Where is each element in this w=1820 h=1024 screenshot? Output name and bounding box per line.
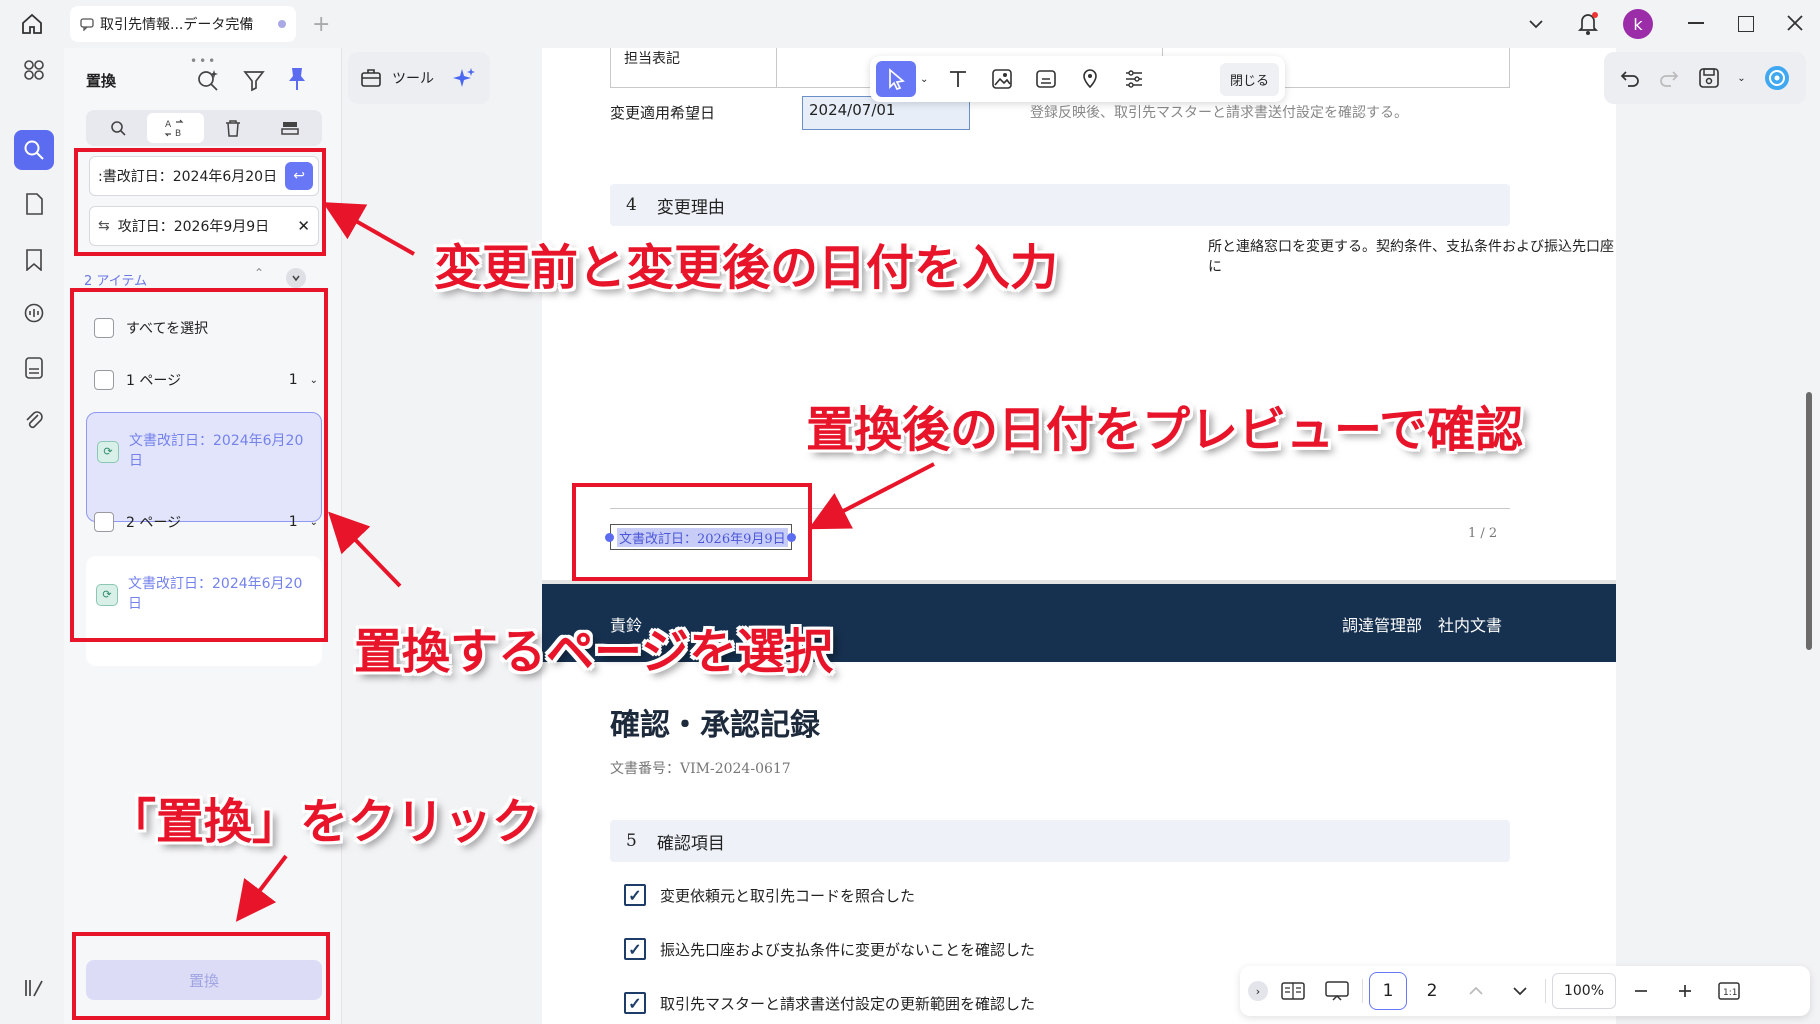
arrow-to-replace: [235, 854, 288, 922]
annotation-arrows: [235, 202, 935, 922]
arrow-to-inputs: [322, 202, 415, 256]
arrow-to-pages: [328, 511, 402, 588]
arrow-to-preview: [808, 462, 935, 530]
